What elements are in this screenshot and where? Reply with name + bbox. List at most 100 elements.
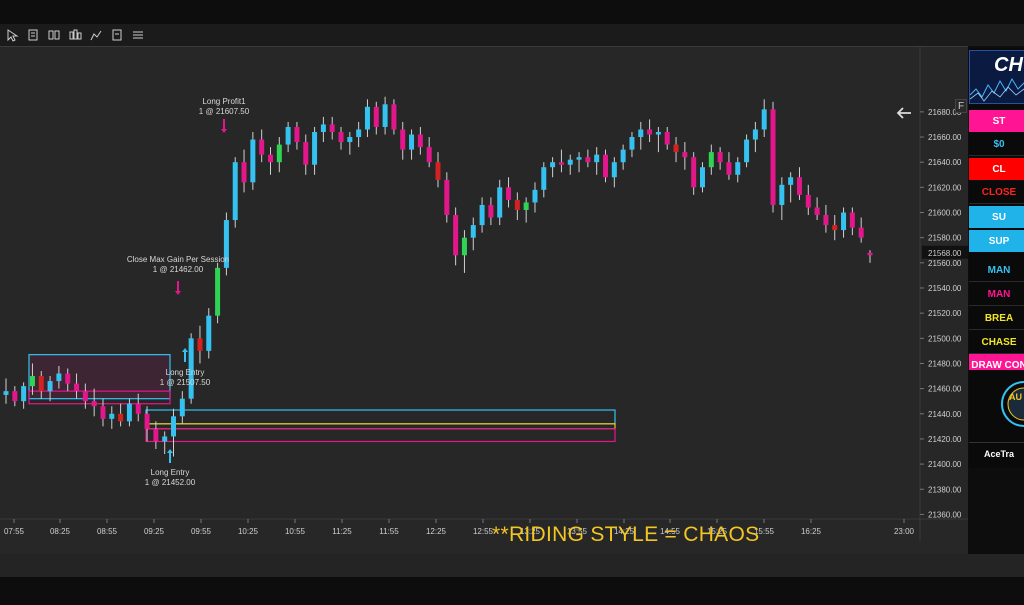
y-tick-label: 21400.00 [928,460,962,469]
properties-icon[interactable] [25,28,40,43]
candle-body [453,215,459,256]
y-tick-label: 21360.00 [928,510,962,519]
candle-body [3,391,9,395]
candle-body [364,106,370,130]
template-icon[interactable] [109,28,124,43]
candle-body [126,403,132,422]
f-button[interactable]: F [955,99,967,113]
candle-body [241,162,247,183]
candle-body [638,129,644,138]
candle-body [153,428,159,442]
price-chart[interactable]: 21680.0021660.0021640.0021620.0021600.00… [0,47,968,541]
panel-button-7[interactable]: MAN [969,284,1024,306]
candle-body [514,199,520,210]
candle-body [603,154,609,178]
y-tick-label: 21420.00 [928,435,962,444]
candle-body [788,177,794,185]
candle-body [197,338,203,351]
panel-button-1[interactable]: $0 [969,134,1024,156]
candle-body [541,167,547,190]
candle-body [206,315,212,351]
candle-body [118,413,124,422]
x-tick-label: 23:00 [894,527,915,536]
candle-body [823,215,829,226]
candle-body [673,144,679,153]
candle-body [162,436,168,442]
candle-body [506,187,512,200]
trade-annotation-label: Close Max Gain Per Session [127,255,229,264]
y-tick-label: 21620.00 [928,183,962,192]
candle-body [417,134,423,148]
x-tick-label: 12:55 [473,527,494,536]
current-price-label: 21568.00 [928,249,962,258]
chart-toolbar [0,24,1024,46]
y-tick-label: 21600.00 [928,209,962,218]
strategy-icon[interactable] [88,28,103,43]
candle-body [735,162,741,175]
candle-body [373,106,379,127]
candle-body [629,137,635,150]
trade-arrow-head [167,449,173,453]
candle-body [470,225,476,238]
candle-body [215,267,221,316]
candle-body [179,398,185,417]
candle-body [356,129,362,138]
candle-body [82,391,88,402]
candle-body [312,131,318,165]
x-tick-label: 10:25 [238,527,259,536]
candle-body [779,184,785,205]
candle-body [435,162,441,180]
panel-button-5[interactable]: SUP [969,230,1024,252]
style-caption: **RIDING STYLE = CHAOS [492,523,760,546]
candle-body [770,109,776,205]
panel-button-3[interactable]: CLOSE [969,182,1024,204]
candle-body [29,376,35,387]
candle-body [21,386,27,402]
indicators-icon[interactable] [67,28,82,43]
x-tick-label: 10:55 [285,527,306,536]
candle-body [135,403,141,414]
candle-body [849,212,855,228]
candle-body [294,126,300,143]
back-arrow-icon[interactable] [893,104,915,122]
candle-body [382,104,388,127]
panel-button-2[interactable]: CL [969,158,1024,180]
trade-annotation-label: Long Profit1 [202,97,246,106]
cursor-icon[interactable] [4,28,19,43]
panel-button-0[interactable]: ST [969,110,1024,132]
candle-body [726,162,732,175]
candle-body [647,129,653,135]
x-tick-label: 08:25 [50,527,71,536]
list-icon[interactable] [130,28,145,43]
drawing-tools-icon[interactable] [46,28,61,43]
panel-button-9[interactable]: CHASE [969,332,1024,354]
trade-annotation-price: 1 @ 21462.00 [153,265,204,274]
candle-body [708,152,714,168]
candle-body [38,376,44,392]
candle-body [100,406,106,419]
chart-area[interactable]: 21680.00 21660.00 21640.00 21620.00 21600.00… [0,46,968,601]
y-tick-label: 21580.00 [928,234,962,243]
candle-body [338,131,344,143]
panel-button-8[interactable]: BREA [969,308,1024,330]
trade-annotation-price: 1 @ 21607.50 [199,107,250,116]
candle-body [391,104,397,130]
candle-body [303,142,309,165]
candle-body [65,373,71,384]
trade-arrow-head [221,129,227,133]
candle-body [479,204,485,226]
x-tick-label: 11:25 [332,527,352,536]
candle-body [832,225,838,231]
x-tick-label: 12:25 [426,527,447,536]
candle-body [841,212,847,231]
panel-button-4[interactable]: SU [969,206,1024,228]
y-tick-label: 21500.00 [928,334,962,343]
candle-body [691,157,697,188]
trading-app: 21680.00 21660.00 21640.00 21620.00 21600.00… [0,0,1024,605]
candle-body [329,124,335,132]
candle-body [558,162,564,165]
panel-button-6[interactable]: MAN [969,260,1024,282]
candle-body [814,207,820,216]
candle-body [285,126,291,145]
candle-body [461,237,467,256]
